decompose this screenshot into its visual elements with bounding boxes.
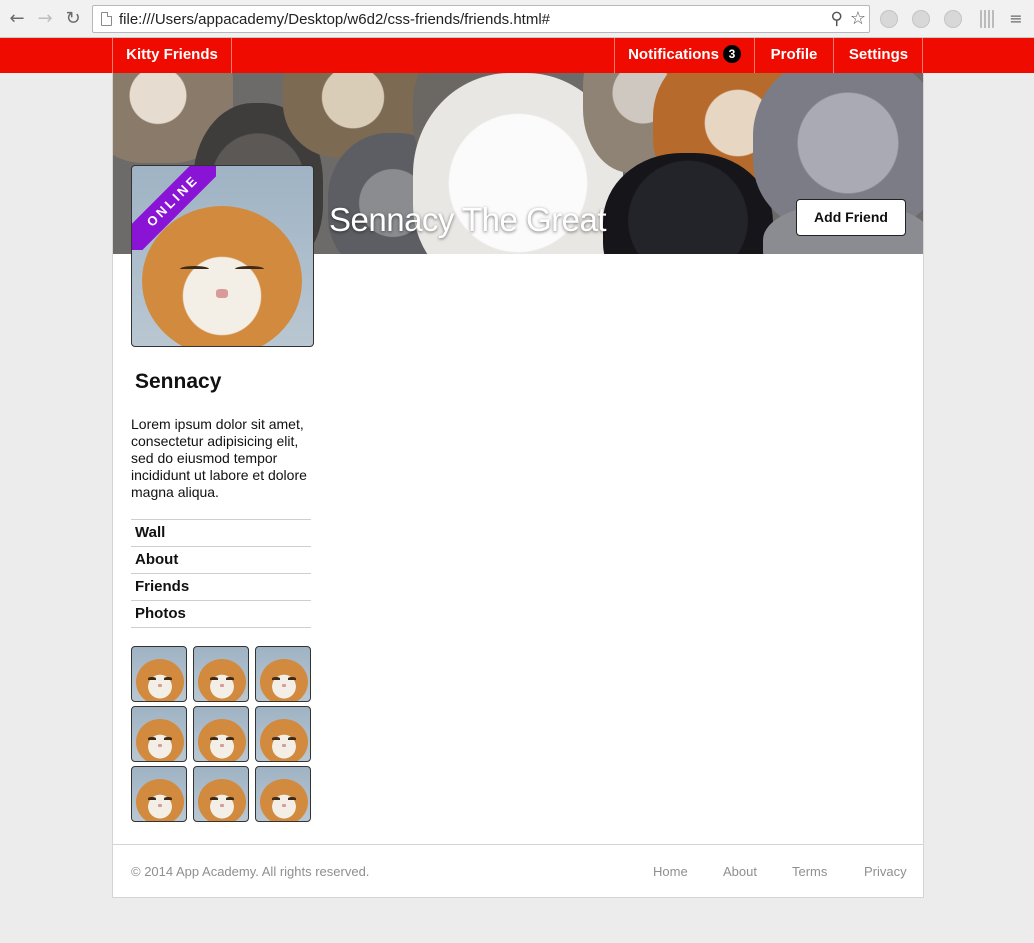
profile-sidebar-nav: Wall About Friends Photos xyxy=(131,519,311,628)
footer-link-home[interactable]: Home xyxy=(653,864,688,879)
forward-arrow-icon[interactable]: → xyxy=(35,9,55,29)
nav-notifications[interactable]: Notifications 3 xyxy=(614,38,754,73)
nav-profile[interactable]: Profile xyxy=(754,38,833,73)
menu-icon[interactable]: ≡ xyxy=(1006,9,1026,29)
copyright-text: © 2014 App Academy. All rights reserved. xyxy=(131,864,370,879)
notifications-count-badge: 3 xyxy=(722,45,741,63)
footer-link-privacy[interactable]: Privacy xyxy=(864,864,907,879)
back-arrow-icon[interactable]: ← xyxy=(7,9,27,29)
notifications-label: Notifications xyxy=(628,46,719,63)
extension-leaf-icon[interactable] xyxy=(912,10,930,28)
photo-thumbnail[interactable] xyxy=(193,706,249,762)
browser-toolbar: ← → ↻ file:///Users/appacademy/Desktop/w… xyxy=(0,0,1034,38)
online-ribbon: ONLINE xyxy=(132,166,216,250)
online-status-label: ONLINE xyxy=(132,166,216,250)
sidebar-item-about[interactable]: About xyxy=(131,547,311,574)
app-header: Kitty Friends Notifications 3 Profile Set… xyxy=(0,38,1034,73)
photo-thumbnail[interactable] xyxy=(131,706,187,762)
footer-link-about[interactable]: About xyxy=(723,864,757,879)
zoom-icon[interactable]: ⚲ xyxy=(831,9,843,29)
nav-settings[interactable]: Settings xyxy=(833,38,923,73)
footer-link-terms[interactable]: Terms xyxy=(792,864,827,879)
profile-name: Sennacy xyxy=(135,370,222,393)
profile-card: Sennacy The Great Add Friend ONLINE Senn… xyxy=(112,73,924,898)
photo-thumbnail[interactable] xyxy=(131,646,187,702)
sidebar-item-photos[interactable]: Photos xyxy=(131,601,311,628)
url-text[interactable]: file:///Users/appacademy/Desktop/w6d2/cs… xyxy=(119,11,550,28)
avatar[interactable]: ONLINE xyxy=(131,165,314,347)
sidebar-item-friends[interactable]: Friends xyxy=(131,574,311,601)
reload-icon[interactable]: ↻ xyxy=(63,9,83,29)
page-footer: © 2014 App Academy. All rights reserved.… xyxy=(113,844,923,897)
photo-thumbnail[interactable] xyxy=(255,706,311,762)
photo-thumbnail[interactable] xyxy=(255,766,311,822)
extension-gear-icon[interactable] xyxy=(880,10,898,28)
photo-thumbnail[interactable] xyxy=(255,646,311,702)
brand-logo-link[interactable]: Kitty Friends xyxy=(113,38,232,73)
page-document-icon xyxy=(101,12,112,26)
sidebar-item-wall[interactable]: Wall xyxy=(131,520,311,547)
photo-thumbnail[interactable] xyxy=(193,766,249,822)
profile-display-name: Sennacy The Great xyxy=(329,201,607,238)
photo-thumbnail[interactable] xyxy=(131,766,187,822)
add-friend-button[interactable]: Add Friend xyxy=(796,199,906,236)
profile-bio: Lorem ipsum dolor sit amet, consectetur … xyxy=(131,416,307,500)
photo-thumbnail[interactable] xyxy=(193,646,249,702)
address-bar[interactable]: file:///Users/appacademy/Desktop/w6d2/cs… xyxy=(92,5,870,33)
header-inner: Kitty Friends Notifications 3 Profile Set… xyxy=(112,38,923,73)
extension-bars-icon[interactable] xyxy=(980,10,994,28)
extension-circle-icon[interactable] xyxy=(944,10,962,28)
bookmark-star-icon[interactable]: ☆ xyxy=(850,8,866,29)
